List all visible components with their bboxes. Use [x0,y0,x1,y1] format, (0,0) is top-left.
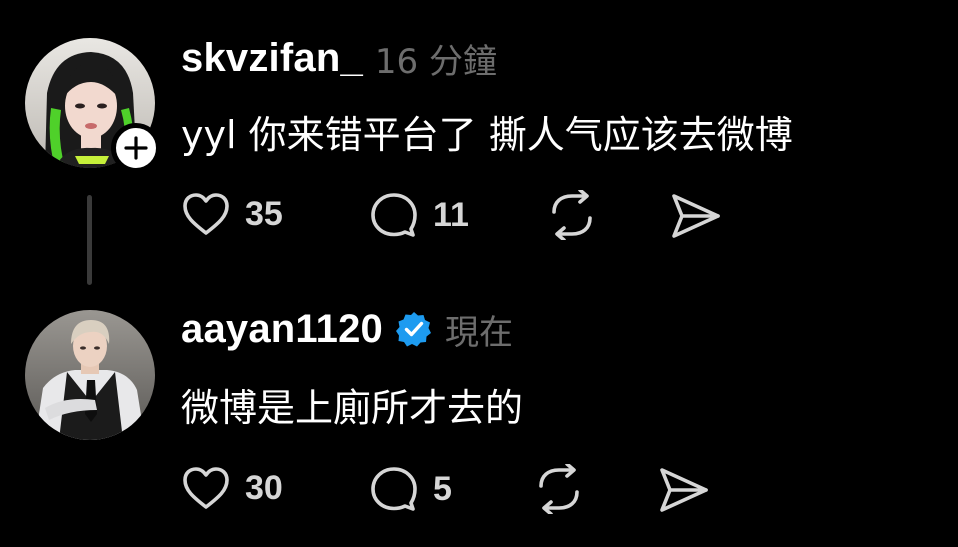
post-header: skvzifan_ 16 分鐘 [181,33,497,83]
reply-button[interactable]: 11 [369,191,469,239]
heart-icon [183,467,229,509]
post-header: aayan1120 現在 [181,304,513,354]
repost-button[interactable] [546,190,598,240]
reply-button[interactable]: 5 [369,465,452,513]
repost-arrows-icon [552,190,592,240]
plus-icon [124,136,148,160]
timestamp: 16 分鐘 [374,41,497,82]
post-text: 微博是上廁所才去的 [181,386,524,430]
timestamp: 現在 [445,312,513,353]
repost-button[interactable] [533,464,585,514]
avatar-aayan1120[interactable] [25,310,155,440]
paper-plane-icon [660,468,708,512]
thread-connector-line [87,195,92,285]
reply-count: 5 [433,469,452,508]
share-button[interactable] [670,192,722,240]
thread-post-2: aayan1120 現在 微博是上廁所才去的 30 5 [0,290,958,547]
repost-arrows-icon [539,464,579,514]
like-button[interactable]: 30 [181,465,283,511]
thread-post-1: skvzifan_ 16 分鐘 yyl 你来错平台了 撕人气应该去微博 35 1… [0,0,958,290]
reply-count: 11 [433,195,469,234]
verified-badge-icon [395,310,433,348]
username[interactable]: aayan1120 [181,307,383,352]
speech-bubble-icon [371,193,417,237]
like-button[interactable]: 35 [181,191,283,237]
paper-plane-icon [672,194,720,238]
speech-bubble-icon [371,467,417,511]
share-button[interactable] [658,466,710,514]
avatar-image [25,310,155,440]
like-count: 30 [245,468,283,507]
heart-icon [183,193,229,235]
like-count: 35 [245,194,283,233]
username[interactable]: skvzifan_ [181,36,363,81]
post-text: yyl 你来错平台了 撕人气应该去微博 [181,113,793,157]
follow-button[interactable] [111,123,161,173]
